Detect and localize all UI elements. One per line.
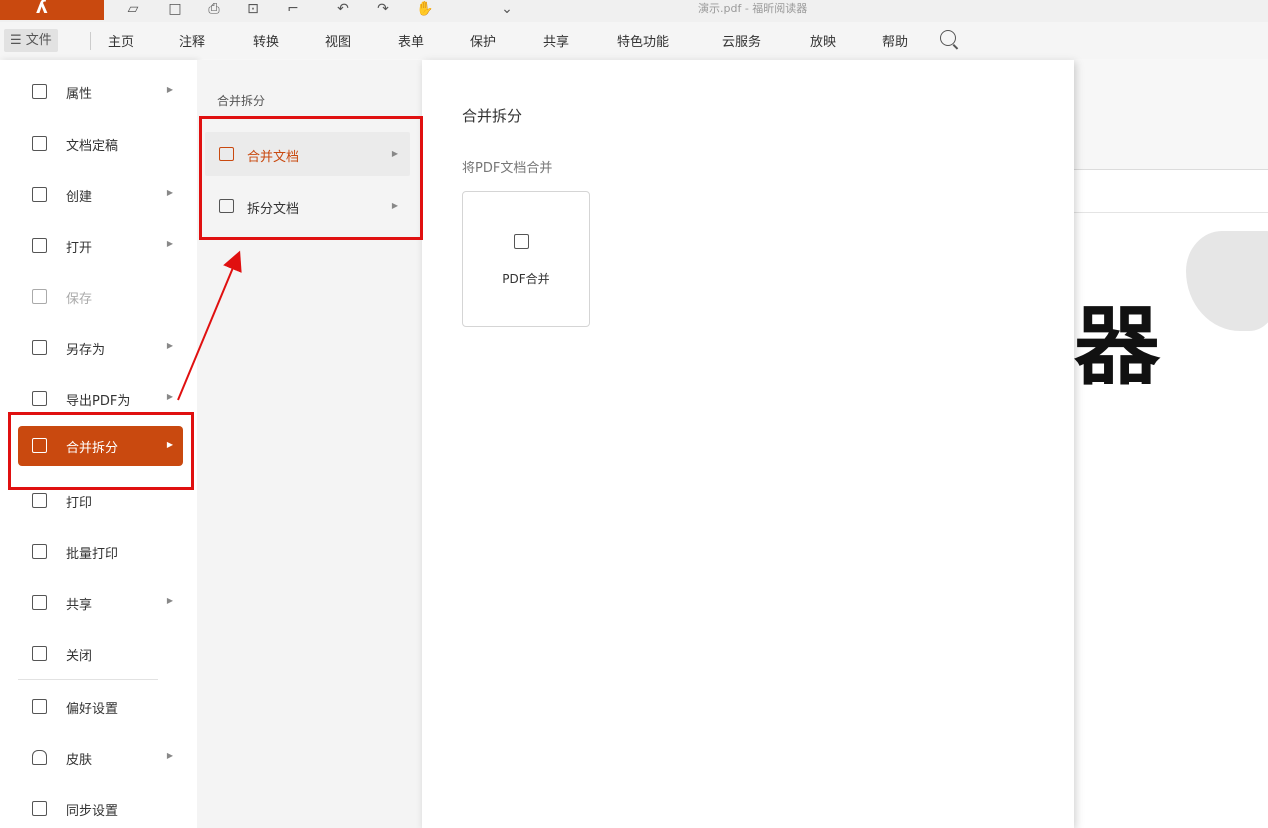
menu-comment[interactable]: 注释 <box>179 31 205 50</box>
file-menu-share[interactable]: 共享 ▶ <box>18 585 183 621</box>
open-file-icon <box>32 238 47 253</box>
menu-item-label: 共享 <box>66 598 93 613</box>
file-menu-properties[interactable]: 属性 ▶ <box>18 74 183 110</box>
menu-home[interactable]: 主页 <box>108 31 134 50</box>
file-menu-finalize[interactable]: 文档定稿 <box>18 126 183 162</box>
foxit-logo-icon: ʎ <box>36 0 48 18</box>
menu-form[interactable]: 表单 <box>398 31 424 50</box>
menu-item-label: 关闭 <box>66 649 93 664</box>
file-menu-close[interactable]: 关闭 <box>18 636 183 672</box>
menu-features[interactable]: 特色功能 <box>617 31 669 50</box>
batch-print-icon <box>32 544 47 559</box>
print-icon[interactable]: ⎙ <box>205 1 223 17</box>
menu-item-label: 偏好设置 <box>66 702 119 717</box>
submenu-arrow-icon: ▶ <box>166 341 173 350</box>
new-doc-icon[interactable]: ▱ <box>124 1 142 17</box>
submenu-arrow-icon: ▶ <box>166 392 173 401</box>
menu-item-label: 同步设置 <box>66 804 119 819</box>
menu-item-label: 创建 <box>66 190 93 205</box>
skin-shirt-icon <box>32 750 47 765</box>
open-icon[interactable]: □ <box>166 1 184 17</box>
app-logo[interactable]: ʎ <box>0 0 104 20</box>
menu-cloud[interactable]: 云服务 <box>722 31 761 50</box>
dropdown-chevron-icon[interactable]: ⌄ <box>498 1 516 17</box>
file-menu-button[interactable]: ☰ 文件 <box>4 29 58 52</box>
submenu-arrow-icon: ▶ <box>166 239 173 248</box>
menu-item-label: 文档定稿 <box>66 139 119 154</box>
add-page-icon[interactable]: ⌐ <box>284 1 302 17</box>
menu-view[interactable]: 视图 <box>325 31 351 50</box>
title-bar: ʎ ▱ □ ⎙ ⊡ ⌐ ↶ ↷ ✋ ⌄ 演示.pdf - 福昕阅读器 <box>0 0 1268 23</box>
save-icon <box>32 289 47 304</box>
pdf-merge-icon <box>514 234 529 249</box>
menu-protect[interactable]: 保护 <box>470 31 496 50</box>
menu-item-label: 导出PDF为 <box>66 394 131 409</box>
menu-separator <box>90 32 91 50</box>
menu-share[interactable]: 共享 <box>543 31 569 50</box>
file-menu-save: 保存 <box>18 279 183 315</box>
sync-settings-icon <box>32 801 47 816</box>
file-menu-save-as[interactable]: 另存为 ▶ <box>18 330 183 366</box>
preferences-icon <box>32 699 47 714</box>
print-file-icon <box>32 493 47 508</box>
file-menu-sync-settings[interactable]: 同步设置 <box>18 791 183 827</box>
pdf-merge-card[interactable]: PDF合并 <box>462 191 590 327</box>
finalize-icon <box>32 136 47 151</box>
submenu-arrow-icon: ▶ <box>166 596 173 605</box>
highlight-merge-split-box <box>8 412 194 490</box>
menu-bar: ☰ 文件 主页 注释 转换 视图 表单 保护 共享 特色功能 云服务 放映 帮助 <box>0 22 1268 59</box>
document-text: 器 <box>1074 297 1160 397</box>
scan-icon[interactable]: ⊡ <box>244 1 262 17</box>
close-doc-icon <box>32 646 47 661</box>
file-menu-preferences[interactable]: 偏好设置 <box>18 689 183 725</box>
submenu-arrow-icon: ▶ <box>166 751 173 760</box>
menu-item-label: 保存 <box>66 292 93 307</box>
detail-panel: 合并拆分 将PDF文档合并 PDF合并 <box>422 60 1074 828</box>
detail-subtitle: 将PDF文档合并 <box>462 161 553 176</box>
menu-item-label: 批量打印 <box>66 547 119 562</box>
search-icon[interactable] <box>940 30 956 46</box>
file-menu-skin[interactable]: 皮肤 ▶ <box>18 740 183 776</box>
file-menu-create[interactable]: 创建 ▶ <box>18 177 183 213</box>
properties-icon <box>32 84 47 99</box>
window-title: 演示.pdf - 福昕阅读器 <box>698 2 808 15</box>
hand-tool-icon[interactable]: ✋ <box>416 1 434 17</box>
detail-title: 合并拆分 <box>462 107 523 125</box>
share-icon <box>32 595 47 610</box>
file-menu-open[interactable]: 打开 ▶ <box>18 228 183 264</box>
menu-item-label: 属性 <box>66 87 93 102</box>
menu-item-label: 打印 <box>66 496 93 511</box>
export-icon <box>32 391 47 406</box>
create-icon <box>32 187 47 202</box>
file-menu-batch-print[interactable]: 批量打印 <box>18 534 183 570</box>
menu-help[interactable]: 帮助 <box>882 31 908 50</box>
pdf-merge-label: PDF合并 <box>502 272 550 286</box>
menu-convert[interactable]: 转换 <box>253 31 279 50</box>
menu-item-label: 另存为 <box>66 343 106 358</box>
highlight-submenu-box <box>199 116 423 240</box>
redo-icon[interactable]: ↷ <box>374 1 392 17</box>
undo-icon[interactable]: ↶ <box>334 1 352 17</box>
submenu-header: 合并拆分 <box>217 94 266 108</box>
save-as-icon <box>32 340 47 355</box>
map-image <box>1186 231 1268 331</box>
menu-item-label: 打开 <box>66 241 93 256</box>
menu-item-label: 皮肤 <box>66 753 93 768</box>
menu-slideshow[interactable]: 放映 <box>810 31 836 50</box>
submenu-arrow-icon: ▶ <box>166 85 173 94</box>
submenu-arrow-icon: ▶ <box>166 188 173 197</box>
menu-divider <box>18 679 158 680</box>
